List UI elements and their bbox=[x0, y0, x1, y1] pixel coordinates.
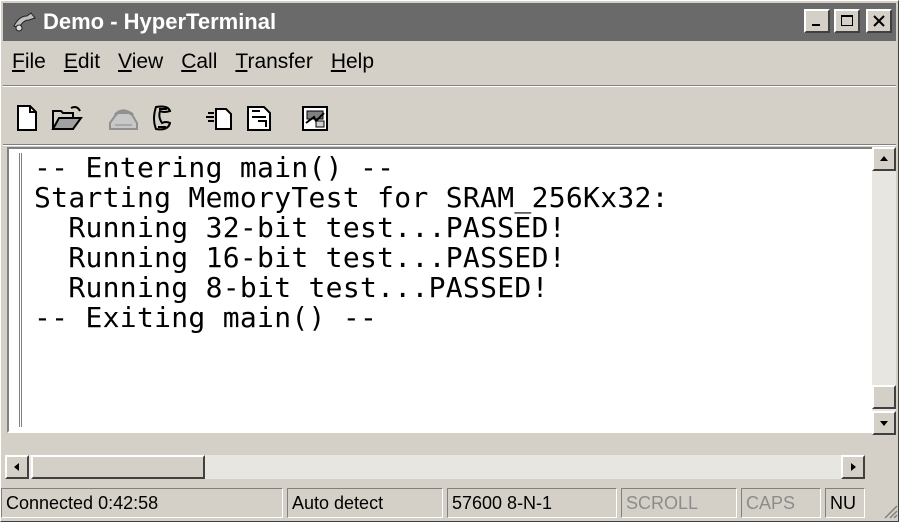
terminal-line: Starting MemoryTest for SRAM_256Kx32: bbox=[34, 181, 669, 214]
window-title: Demo - HyperTerminal bbox=[43, 9, 277, 34]
open-button[interactable] bbox=[49, 100, 85, 136]
scroll-down-button[interactable] bbox=[872, 411, 896, 435]
minimize-button[interactable] bbox=[804, 9, 830, 33]
maximize-icon bbox=[841, 15, 853, 26]
terminal-line: Running 32-bit test...PASSED! bbox=[34, 211, 566, 244]
hyperterminal-icon bbox=[11, 10, 37, 34]
arrow-down-icon bbox=[880, 421, 888, 426]
menu-separator bbox=[3, 85, 896, 87]
horizontal-scrollbar[interactable] bbox=[5, 455, 865, 479]
new-connection-button[interactable] bbox=[9, 100, 45, 136]
status-port: 57600 8-N-1 bbox=[447, 488, 617, 518]
disconnect-button[interactable] bbox=[145, 100, 181, 136]
menu-view[interactable]: View bbox=[118, 50, 163, 74]
scroll-left-button[interactable] bbox=[5, 455, 29, 479]
new-file-icon bbox=[17, 105, 37, 131]
hyperterminal-window: Demo - HyperTerminal File Edit View Call… bbox=[0, 0, 899, 522]
properties-button[interactable] bbox=[297, 100, 333, 136]
menu-transfer[interactable]: Transfer bbox=[235, 50, 312, 74]
vertical-scrollbar[interactable] bbox=[872, 147, 896, 435]
menu-edit[interactable]: Edit bbox=[64, 50, 100, 74]
receive-file-icon bbox=[247, 106, 271, 131]
receive-button[interactable] bbox=[241, 100, 277, 136]
status-scroll: SCROLL bbox=[621, 488, 737, 518]
terminal-line: -- Entering main() -- bbox=[34, 151, 395, 184]
menu-call[interactable]: Call bbox=[181, 50, 217, 74]
minimize-icon bbox=[812, 24, 820, 26]
close-icon bbox=[873, 15, 885, 27]
close-button[interactable] bbox=[866, 9, 892, 33]
maximize-button[interactable] bbox=[834, 9, 860, 33]
send-file-icon bbox=[206, 108, 232, 130]
properties-icon bbox=[302, 106, 328, 131]
menu-file[interactable]: File bbox=[12, 50, 46, 74]
status-bar: Connected 0:42:58 Auto detect 57600 8-N-… bbox=[1, 485, 899, 521]
resize-grip-icon[interactable] bbox=[882, 503, 898, 519]
terminal-area[interactable]: -- Entering main() -- Starting MemoryTes… bbox=[7, 147, 874, 433]
arrow-up-icon bbox=[880, 156, 888, 161]
scroll-right-button[interactable] bbox=[841, 455, 865, 479]
menu-bar: File Edit View Call Transfer Help bbox=[3, 45, 383, 79]
status-num: NU bbox=[825, 488, 865, 518]
disconnect-phone-icon bbox=[153, 105, 172, 131]
menu-help[interactable]: Help bbox=[331, 50, 374, 74]
terminal-line: Running 16-bit test...PASSED! bbox=[34, 241, 566, 274]
status-connected: Connected 0:42:58 bbox=[1, 488, 283, 518]
toolbar bbox=[9, 93, 337, 143]
arrow-right-icon bbox=[851, 463, 856, 471]
open-folder-icon bbox=[51, 106, 83, 130]
scroll-thumb[interactable] bbox=[872, 385, 896, 409]
horizontal-scroll-thumb[interactable] bbox=[31, 455, 205, 479]
connect-button[interactable] bbox=[105, 100, 141, 136]
arrow-left-icon bbox=[14, 463, 19, 471]
terminal-line: Running 8-bit test...PASSED! bbox=[34, 271, 549, 304]
status-detect: Auto detect bbox=[287, 488, 443, 518]
connect-phone-icon bbox=[109, 109, 138, 130]
send-button[interactable] bbox=[201, 100, 237, 136]
terminal-line: -- Exiting main() -- bbox=[34, 301, 378, 334]
terminal-output[interactable]: -- Entering main() -- Starting MemoryTes… bbox=[19, 153, 838, 427]
toolbar-separator bbox=[3, 144, 896, 146]
scroll-up-button[interactable] bbox=[872, 147, 896, 171]
status-caps: CAPS bbox=[741, 488, 821, 518]
title-bar[interactable]: Demo - HyperTerminal bbox=[3, 3, 896, 41]
